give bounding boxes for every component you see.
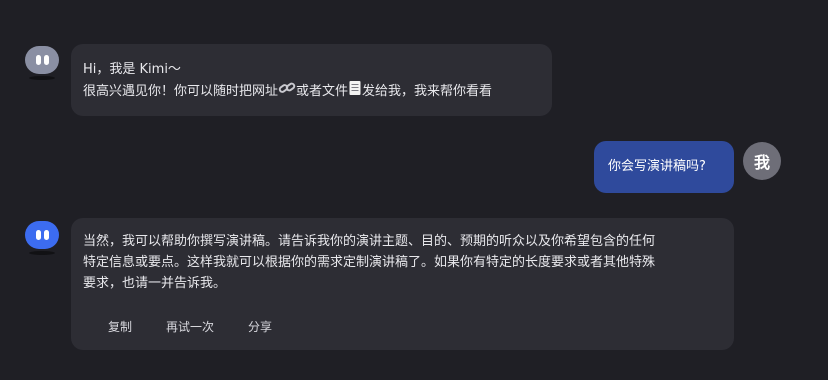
kimi-avatar-greeting: [25, 46, 59, 80]
user-message: 你会写演讲稿吗?: [594, 141, 734, 193]
share-button[interactable]: 分享: [248, 318, 272, 335]
link-emoji-icon: [278, 81, 296, 102]
greeting-line-2-part-b: 或者文件: [296, 84, 349, 99]
user-message-text: 你会写演讲稿吗?: [608, 159, 706, 174]
avatar-eye-left: [36, 230, 41, 240]
chat-window: Hi，我是 Kimi～ 很高兴遇见你！你可以随时把网址 或者文件 发给我，我来帮你看…: [0, 0, 828, 380]
bot-reply-line-2: 特定信息或要点。这样我就可以根据你的需求定制演讲稿了。如果你有特定的长度要求或者…: [83, 255, 656, 270]
bot-reply-line-3: 要求，也请一并告诉我。: [83, 276, 227, 291]
greeting-line-2-part-a: 很高兴遇见你！你可以随时把网址: [83, 84, 279, 99]
reply-actions: 复制 再试一次 分享: [108, 318, 272, 335]
avatar-eye-left: [36, 55, 41, 65]
memo-emoji-icon: [348, 80, 362, 103]
retry-button[interactable]: 再试一次: [166, 318, 248, 335]
copy-button[interactable]: 复制: [108, 318, 166, 335]
avatar-eye-right: [44, 230, 49, 240]
avatar-shadow: [29, 76, 55, 80]
avatar-shadow: [29, 251, 55, 255]
greeting-message: Hi，我是 Kimi～ 很高兴遇见你！你可以随时把网址 或者文件 发给我，我来帮你看…: [71, 44, 552, 116]
greeting-line-1: Hi，我是 Kimi～: [83, 62, 181, 77]
user-avatar: 我: [743, 142, 781, 180]
avatar-eye-right: [44, 55, 49, 65]
greeting-line-2: 很高兴遇见你！你可以随时把网址 或者文件 发给我，我来帮你看看: [83, 80, 540, 103]
greeting-line-2-part-c: 发给我，我来帮你看看: [362, 84, 493, 99]
kimi-avatar-reply: [25, 221, 59, 255]
user-avatar-label: 我: [753, 153, 770, 172]
bot-reply-line-1: 当然，我可以帮助你撰写演讲稿。请告诉我你的演讲主题、目的、预期的听众以及你希望包…: [83, 234, 656, 249]
